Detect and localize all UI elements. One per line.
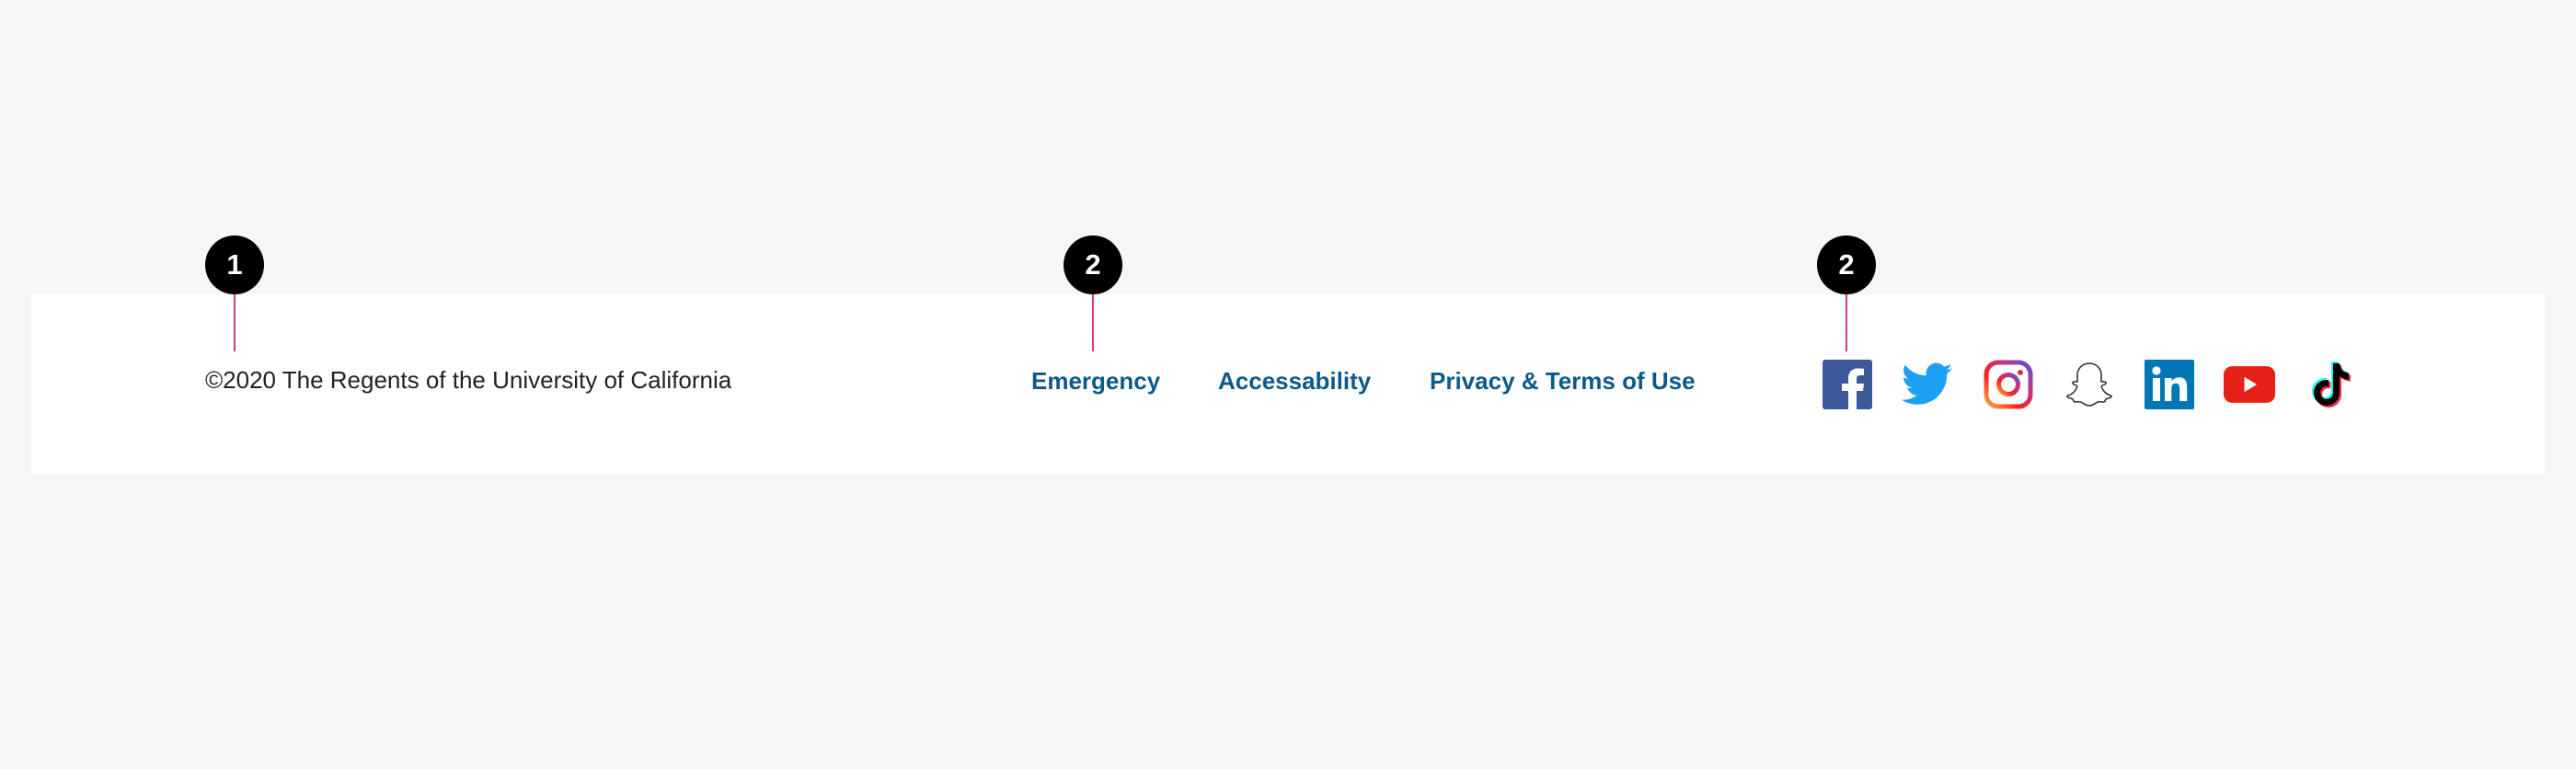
privacy-terms-link[interactable]: Privacy & Terms of Use <box>1430 367 1696 396</box>
youtube-icon[interactable] <box>2224 359 2275 410</box>
facebook-icon[interactable] <box>1822 359 1873 410</box>
twitter-icon[interactable] <box>1902 359 1953 410</box>
callout-marker-2-links: 2 <box>1064 235 1122 294</box>
accessibility-link[interactable]: Accessability <box>1218 367 1371 396</box>
tiktok-icon[interactable] <box>2305 359 2356 410</box>
emergency-link[interactable]: Emergency <box>1031 367 1160 396</box>
callout-marker-2-social: 2 <box>1817 235 1876 294</box>
callout-marker-1: 1 <box>205 235 264 294</box>
copyright-text: ©2020 The Regents of the University of C… <box>205 366 732 394</box>
instagram-icon[interactable] <box>1983 359 2034 410</box>
callout-leader-2-social <box>1846 294 1847 351</box>
snapchat-icon[interactable] <box>2064 359 2115 410</box>
linkedin-icon[interactable] <box>2144 359 2195 410</box>
callout-leader-1 <box>234 294 236 351</box>
callout-leader-2-links <box>1092 294 1094 351</box>
